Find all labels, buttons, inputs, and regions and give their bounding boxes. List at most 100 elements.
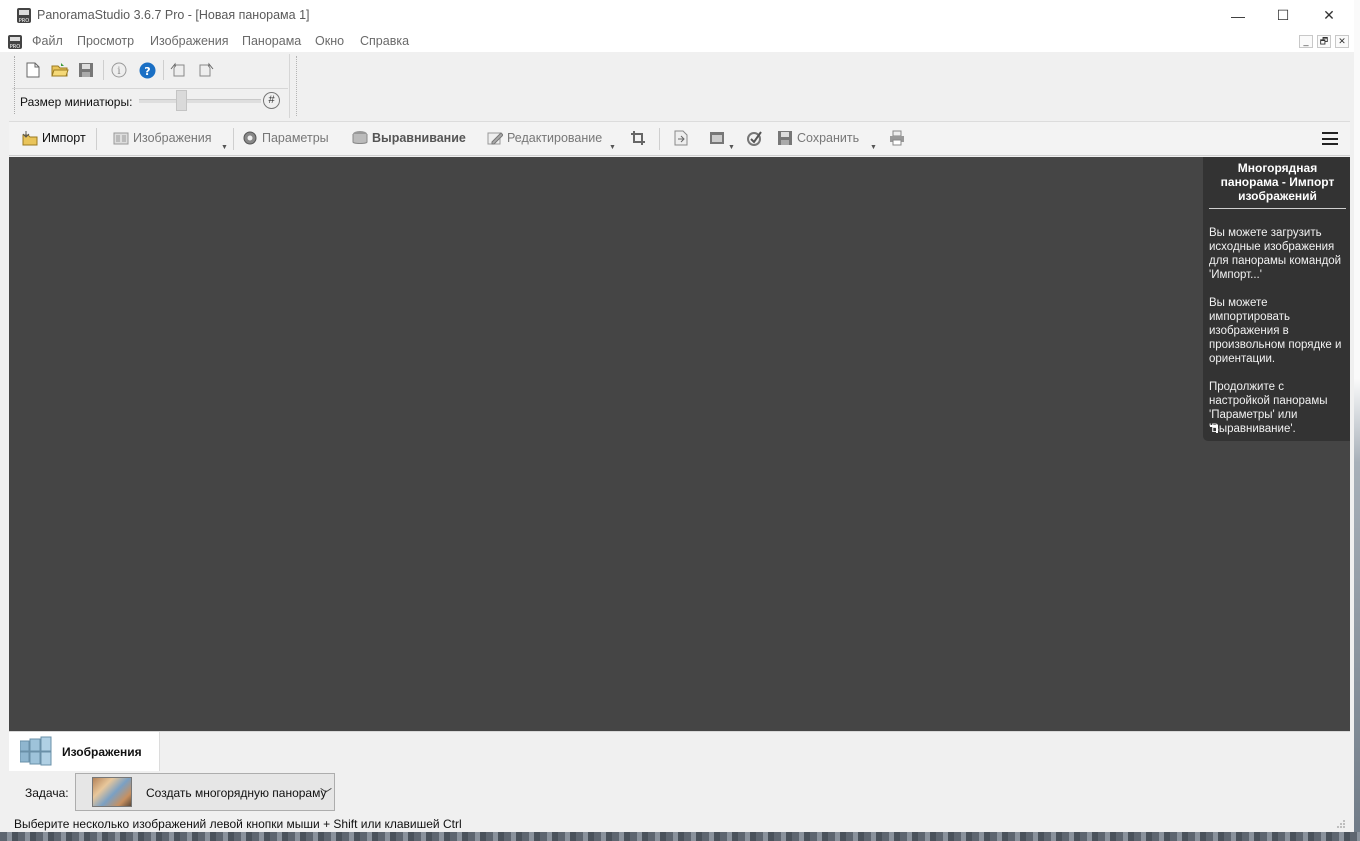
- render-dropdown-arrow[interactable]: ▼: [728, 144, 735, 151]
- thumbnail-toolbar-panel: i ? Размер миниатюры: #: [12, 54, 290, 118]
- open-button[interactable]: [50, 60, 70, 80]
- printer-icon: [890, 130, 904, 146]
- grid-number-button[interactable]: #: [263, 92, 280, 109]
- edit-label: Редактирование: [507, 131, 603, 145]
- edit-button[interactable]: Редактирование: [487, 130, 602, 146]
- window-title: PanoramaStudio 3.6.7 Pro - [Новая панора…: [37, 8, 310, 22]
- apply-button[interactable]: [746, 130, 762, 146]
- ribbon-separator: [233, 128, 234, 150]
- tab-images[interactable]: Изображения: [9, 732, 160, 772]
- help-panel: Многорядная панорама - Импорт изображени…: [1203, 157, 1350, 441]
- main-toolbar: Импорт Изображения ▼ Параметры Выравнива…: [9, 121, 1350, 156]
- document-app-icon[interactable]: PRO: [7, 34, 23, 50]
- task-select[interactable]: Создать многорядную панораму ﹀: [75, 773, 335, 811]
- crop-icon: [631, 131, 645, 145]
- parameters-label: Параметры: [262, 131, 329, 145]
- edit-dropdown-arrow[interactable]: ▼: [609, 144, 616, 151]
- export-button[interactable]: [673, 130, 689, 146]
- thumbnail-size-label: Размер миниатюры:: [20, 95, 133, 109]
- print-button[interactable]: [889, 130, 905, 146]
- align-label: Выравнивание: [372, 131, 466, 145]
- desktop-background-right: [1354, 0, 1360, 841]
- parameters-button[interactable]: Параметры: [242, 130, 329, 146]
- task-row: Задача: Создать многорядную панораму ﹀: [9, 771, 1350, 815]
- close-button[interactable]: ✕: [1306, 0, 1352, 31]
- menu-view[interactable]: Просмотр: [77, 34, 134, 48]
- mdi-minimize-button[interactable]: _: [1299, 35, 1313, 48]
- render-button[interactable]: [709, 130, 725, 146]
- save-disk-icon: [778, 131, 792, 145]
- info-button[interactable]: i: [109, 60, 129, 80]
- save-panorama-label: Сохранить: [797, 131, 860, 145]
- rotate-right-button[interactable]: [195, 60, 215, 80]
- mdi-close-button[interactable]: ✕: [1335, 35, 1349, 48]
- maximize-button[interactable]: ☐: [1260, 0, 1306, 31]
- toolbar-divider: [12, 88, 288, 89]
- rotate-left-icon: [170, 62, 184, 77]
- thumbnail-size-slider-thumb[interactable]: [175, 90, 187, 111]
- menu-window[interactable]: Окно: [315, 34, 344, 48]
- edit-pencil-icon: [487, 132, 503, 145]
- thumbnail-size-slider-track[interactable]: [139, 99, 261, 103]
- toolbar-separator: [103, 60, 104, 80]
- panoramastudio-app-icon: PRO: [17, 8, 31, 24]
- save-panorama-button[interactable]: Сохранить: [777, 130, 859, 146]
- svg-text:PRO: PRO: [19, 18, 29, 24]
- tab-images-label: Изображения: [62, 745, 142, 759]
- toolbar-grip[interactable]: [14, 56, 17, 114]
- save-dropdown-arrow[interactable]: ▼: [870, 144, 877, 151]
- images-label: Изображения: [133, 131, 212, 145]
- rotate-right-icon: [199, 62, 213, 77]
- help-paragraph: Вы можете импортировать изображения в пр…: [1209, 297, 1342, 365]
- crop-button[interactable]: [630, 130, 646, 146]
- rotate-left-button[interactable]: [168, 60, 188, 80]
- task-label: Задача:: [25, 786, 69, 800]
- images-grid-icon: [20, 736, 52, 766]
- save-icon: [79, 63, 93, 77]
- import-button[interactable]: Импорт: [22, 130, 86, 146]
- chevron-down-icon: ﹀: [320, 787, 333, 801]
- task-selected-value: Создать многорядную панораму: [146, 786, 327, 800]
- new-button[interactable]: [23, 60, 43, 80]
- mdi-restore-button[interactable]: 🗗: [1317, 35, 1331, 48]
- hamburger-menu-icon[interactable]: [1322, 132, 1338, 145]
- check-brush-icon: [747, 131, 762, 146]
- new-icon: [26, 62, 40, 78]
- import-label: Импорт: [42, 131, 86, 145]
- menu-file[interactable]: Файл: [32, 34, 63, 48]
- minimize-button[interactable]: —: [1215, 0, 1261, 31]
- svg-text:?: ?: [144, 65, 150, 78]
- help-button[interactable]: ?: [137, 60, 157, 80]
- collapse-help-icon[interactable]: [1209, 424, 1219, 434]
- toolbar-separator: [163, 60, 164, 80]
- desktop-background-bottom: [0, 832, 1360, 841]
- import-icon: [22, 131, 38, 146]
- ribbon-separator: [659, 128, 660, 150]
- images-dropdown-arrow[interactable]: ▼: [221, 144, 228, 151]
- ribbon-separator: [96, 128, 97, 150]
- panorama-workspace[interactable]: Многорядная панорама - Импорт изображени…: [9, 157, 1350, 731]
- resize-grip-icon[interactable]: [1336, 819, 1346, 829]
- app-window: PRO PanoramaStudio 3.6.7 Pro - [Новая па…: [0, 0, 1354, 832]
- help-paragraph: Продолжите с настройкой панорамы 'Параме…: [1209, 381, 1328, 435]
- menu-panorama[interactable]: Панорама: [242, 34, 301, 48]
- align-icon: [352, 131, 368, 144]
- help-paragraph: Вы можете загрузить исходные изображения…: [1209, 227, 1342, 281]
- status-text: Выберите несколько изображений левой кно…: [14, 817, 462, 831]
- status-bar: Выберите несколько изображений левой кно…: [9, 815, 1350, 832]
- help-title: Многорядная панорама - Импорт изображени…: [1209, 161, 1346, 209]
- save-button[interactable]: [76, 60, 96, 80]
- export-icon: [674, 130, 688, 146]
- images-icon: [113, 132, 129, 145]
- open-icon: [51, 63, 69, 77]
- toolbar-dock-grip[interactable]: [296, 56, 297, 116]
- render-icon: [710, 132, 724, 144]
- images-button[interactable]: Изображения: [113, 130, 212, 146]
- multirow-panorama-thumbnail-icon: [92, 777, 132, 807]
- gear-icon: [243, 131, 257, 145]
- menu-images[interactable]: Изображения: [150, 34, 229, 48]
- menu-help[interactable]: Справка: [360, 34, 409, 48]
- align-button[interactable]: Выравнивание: [352, 130, 466, 146]
- help-icon: ?: [139, 62, 155, 78]
- title-bar[interactable]: PRO PanoramaStudio 3.6.7 Pro - [Новая па…: [0, 0, 1354, 31]
